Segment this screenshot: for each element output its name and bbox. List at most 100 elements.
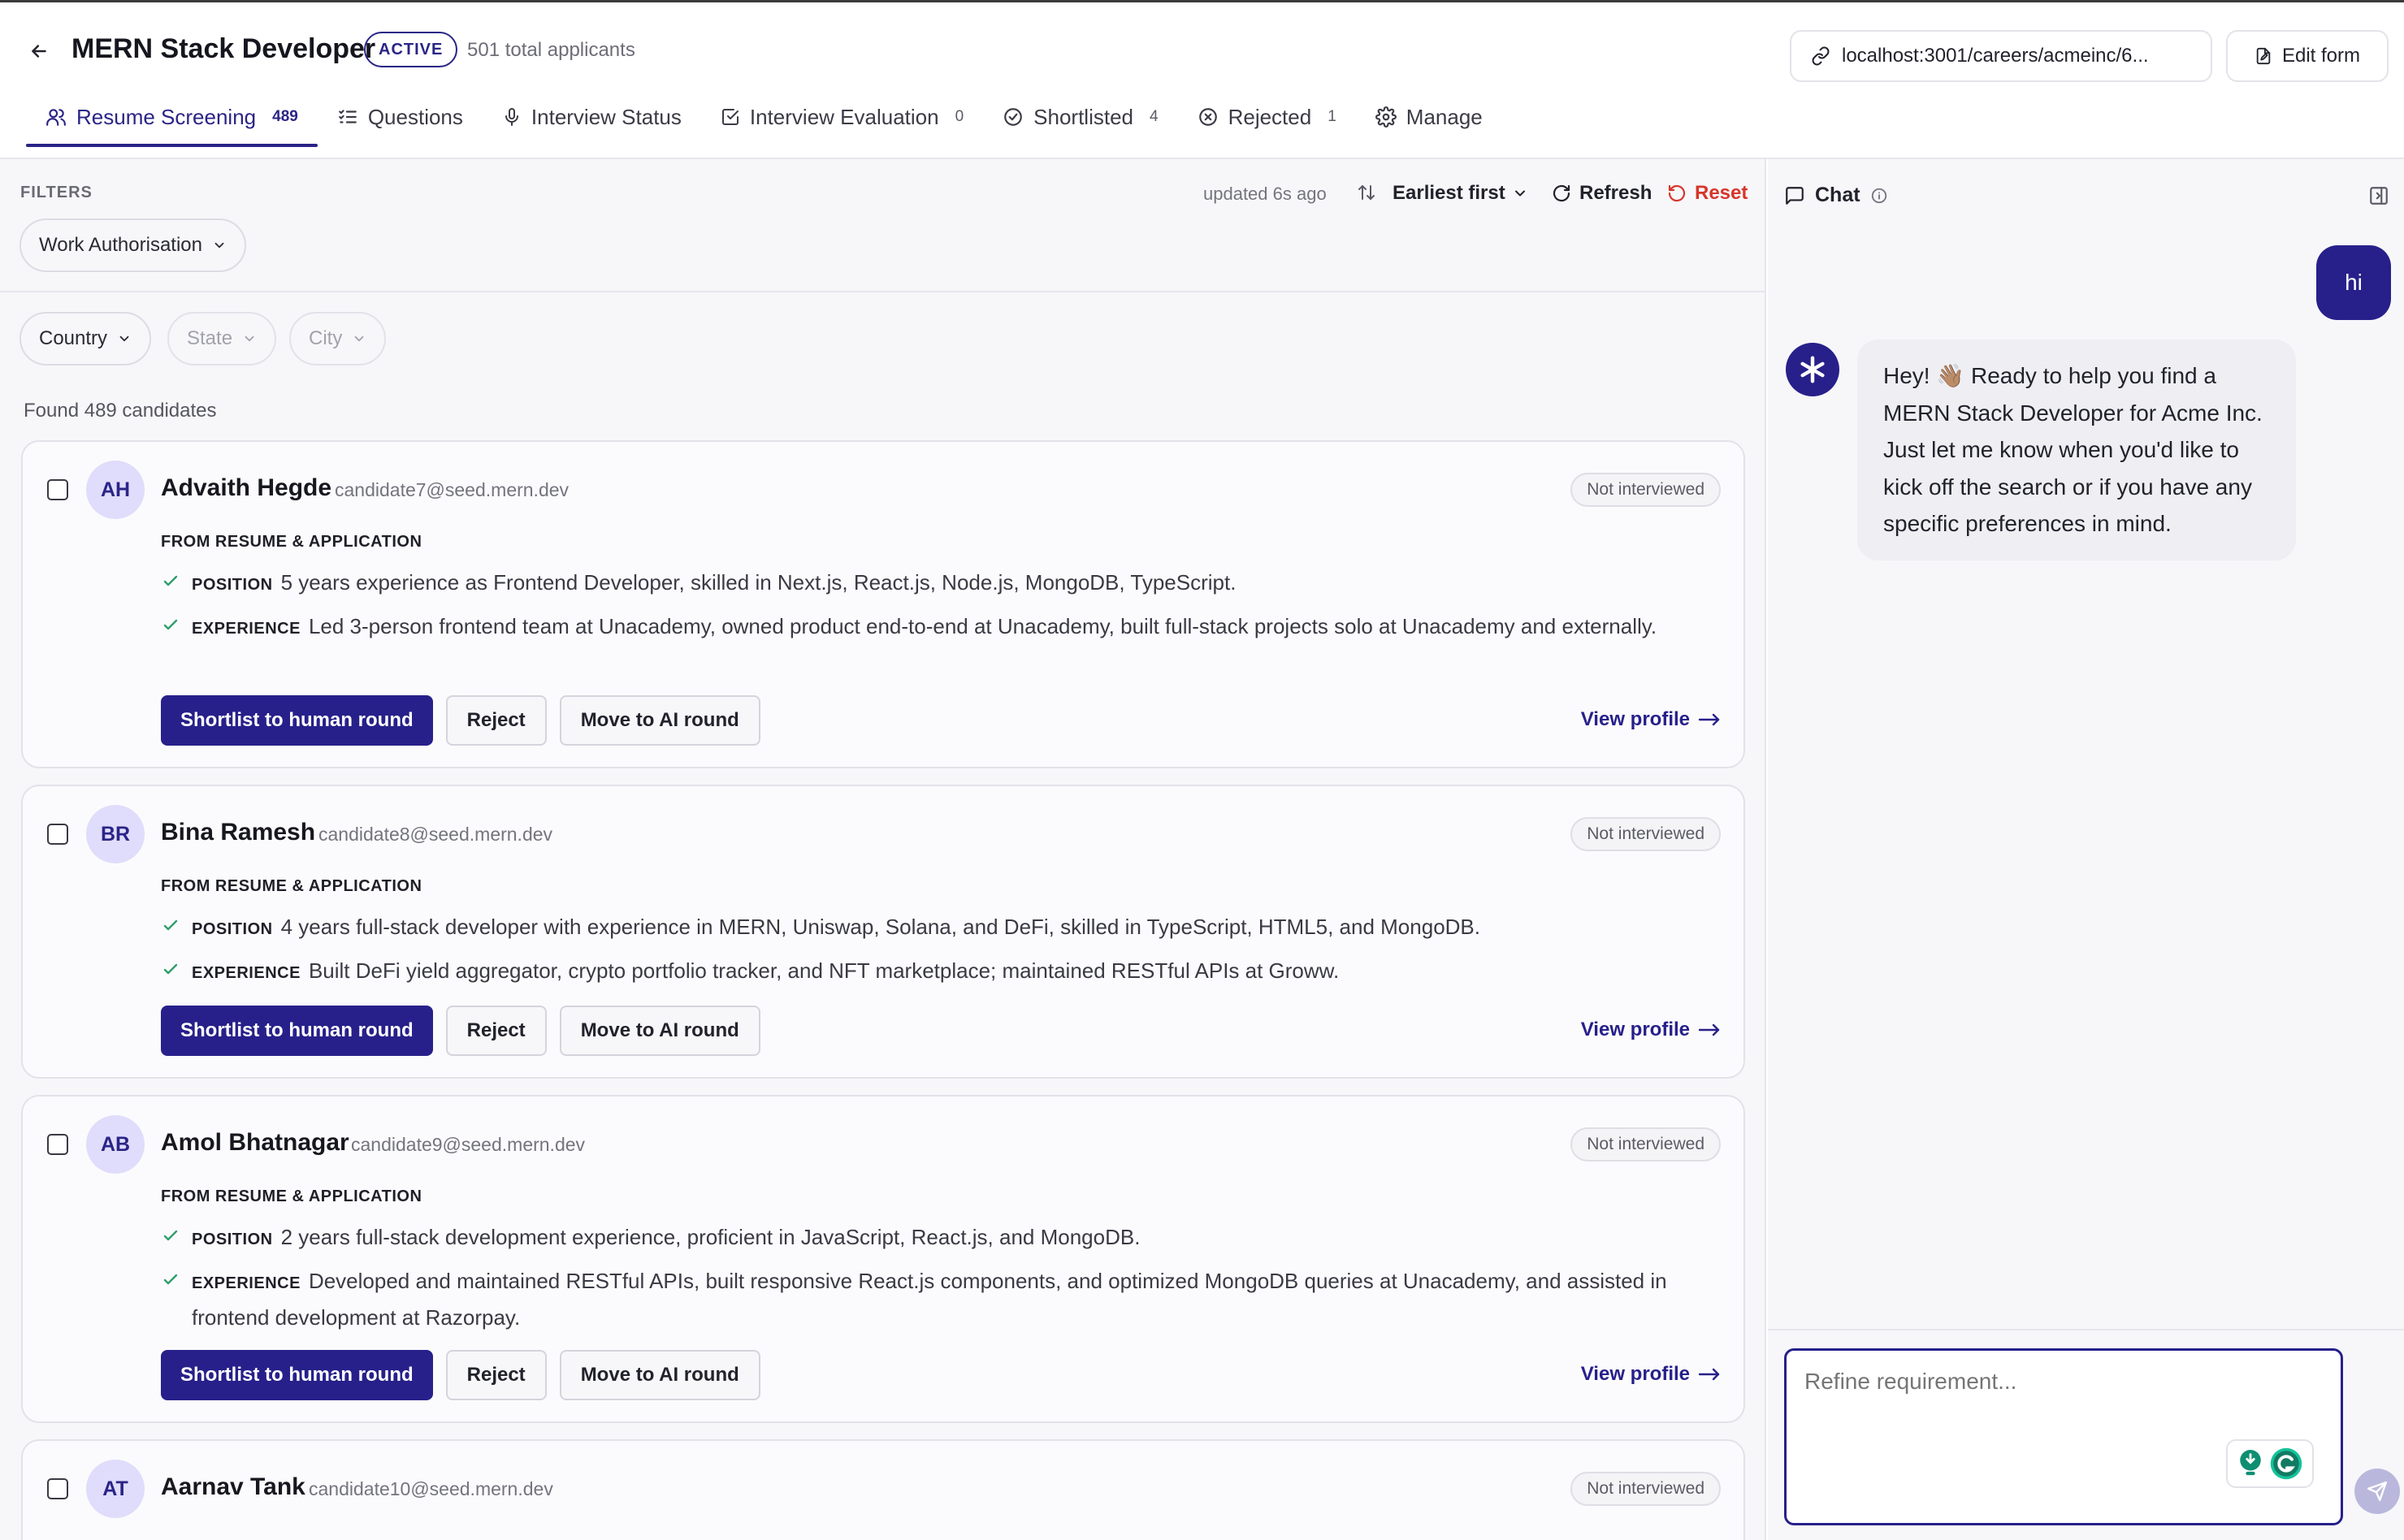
user-message: hi [2316, 245, 2391, 320]
dropdown-label: Country [39, 327, 108, 349]
check-icon [163, 919, 178, 931]
send-icon [2367, 1481, 2388, 1502]
position-text: 4 years full-stack developer with experi… [280, 915, 1480, 939]
tab-rejected[interactable]: Rejected 1 [1178, 87, 1356, 147]
position-tag: POSITION [192, 920, 273, 938]
work-authorisation-filter[interactable]: Work Authorisation [19, 218, 246, 272]
interview-status-badge: Not interviewed [1570, 473, 1721, 507]
chevron-down-icon [214, 242, 224, 249]
chat-panel: Chat hi Hey! 👋🏽 Ready to help you find a… [1768, 159, 2404, 1540]
reject-button[interactable]: Reject [445, 695, 547, 746]
candidate-select-checkbox[interactable] [47, 1478, 68, 1499]
avatar: BR [86, 805, 145, 863]
x-circle-icon [1198, 108, 1217, 126]
reject-button[interactable]: Reject [445, 1006, 547, 1056]
reset-icon [1668, 184, 1686, 202]
view-profile-link[interactable]: View profile [1581, 708, 1721, 731]
send-button[interactable] [2354, 1469, 2400, 1514]
position-text: 2 years full-stack development experienc… [280, 1225, 1141, 1249]
view-profile-link[interactable]: View profile [1581, 1363, 1721, 1386]
career-page-link[interactable]: localhost:3001/careers/acmeinc/6... [1790, 30, 2212, 82]
tab-resume-screening[interactable]: Resume Screening 489 [26, 87, 318, 147]
tab-label: Questions [367, 104, 463, 129]
position-tag: POSITION [192, 576, 273, 594]
city-filter[interactable]: City [289, 312, 387, 366]
collapse-panel-button[interactable] [2368, 185, 2389, 206]
career-url-text: localhost:3001/careers/acmeinc/6... [1842, 45, 2149, 67]
reject-button[interactable]: Reject [445, 1350, 547, 1400]
lightbulb-icon [2240, 1450, 2261, 1476]
grammarly-widget[interactable] [2226, 1439, 2314, 1488]
assistant-avatar [1786, 343, 1839, 396]
tab-label: Resume Screening [76, 104, 257, 129]
tab-label: Shortlisted [1033, 104, 1133, 129]
candidate-select-checkbox[interactable] [47, 824, 68, 845]
grammarly-icon [2270, 1447, 2302, 1480]
candidate-actions: Shortlist to human round Reject Move to … [161, 695, 760, 746]
candidate-select-checkbox[interactable] [47, 479, 68, 500]
candidate-name: Advaith Hegde [161, 474, 332, 501]
candidate-name: Aarnav Tank [161, 1473, 305, 1500]
arrow-left-icon [32, 45, 46, 58]
move-to-ai-round-button[interactable]: Move to AI round [559, 1350, 760, 1400]
shortlist-button[interactable]: Shortlist to human round [161, 1350, 433, 1400]
candidate-select-checkbox[interactable] [47, 1134, 68, 1155]
refine-requirement-input[interactable] [1784, 1348, 2343, 1525]
dropdown-label: City [309, 327, 343, 349]
arrow-right-icon [1698, 713, 1720, 726]
file-edit-icon [2256, 47, 2271, 65]
shortlist-button[interactable]: Shortlist to human round [161, 1006, 433, 1056]
view-profile-label: View profile [1580, 708, 1690, 730]
view-profile-label: View profile [1580, 1363, 1690, 1385]
candidate-actions: Shortlist to human round Reject Move to … [161, 1006, 760, 1056]
tab-interview-status[interactable]: Interview Status [483, 87, 701, 147]
avatar: AB [86, 1115, 145, 1174]
chat-header: Chat [1784, 184, 1888, 207]
info-icon[interactable] [1870, 187, 1888, 205]
refresh-icon [1553, 184, 1570, 202]
edit-form-button[interactable]: Edit form [2226, 30, 2389, 82]
filters-label: FILTERS [20, 184, 93, 201]
view-profile-link[interactable]: View profile [1581, 1019, 1721, 1041]
chat-composer [1768, 1329, 2404, 1540]
candidate-email: candidate9@seed.mern.dev [351, 1134, 586, 1155]
tab-shortlisted[interactable]: Shortlisted 4 [983, 87, 1177, 147]
country-filter[interactable]: Country [19, 312, 152, 366]
tab-manage[interactable]: Manage [1356, 87, 1502, 147]
refresh-button[interactable]: Refresh [1552, 177, 1652, 210]
tab-questions[interactable]: Questions [318, 87, 483, 147]
check-icon [163, 575, 178, 586]
sort-direction-icon[interactable] [1357, 182, 1376, 203]
reset-button[interactable]: Reset [1667, 177, 1748, 210]
state-filter[interactable]: State [167, 312, 277, 366]
interview-status-badge: Not interviewed [1570, 1127, 1721, 1161]
candidate-name: Bina Ramesh [161, 819, 316, 846]
position-summary: POSITION 4 years full-stack developer wit… [161, 910, 1721, 946]
experience-text: Developed and maintained RESTful APIs, b… [192, 1269, 1667, 1330]
position-summary: POSITION 5 years experience as Frontend D… [161, 565, 1721, 602]
candidate-card: AH Advaith Hegde candidate7@seed.mern.de… [21, 440, 1745, 768]
check-icon [163, 1274, 178, 1285]
arrow-right-icon [1698, 1023, 1720, 1036]
results-count: Found 489 candidates [24, 400, 217, 422]
dropdown-label: State [187, 327, 233, 349]
tab-label: Interview Evaluation [749, 104, 939, 129]
move-to-ai-round-button[interactable]: Move to AI round [559, 1006, 760, 1056]
tab-interview-evaluation[interactable]: Interview Evaluation 0 [701, 87, 983, 147]
assistant-message: Hey! 👋🏽 Ready to help you find a MERN St… [1857, 340, 2296, 560]
candidate-card: AT Aarnav Tank candidate10@seed.mern.dev… [21, 1439, 1745, 1540]
link-icon [1812, 46, 1830, 66]
job-title: MERN Stack Developer [71, 33, 376, 64]
arrow-right-icon [1698, 1368, 1720, 1381]
sort-order-label: Earliest first [1393, 182, 1505, 204]
experience-tag: EXPERIENCE [192, 620, 301, 638]
shortlist-button[interactable]: Shortlist to human round [161, 695, 433, 746]
back-button[interactable] [24, 37, 54, 66]
section-label: FROM RESUME & APPLICATION [161, 533, 422, 551]
experience-summary: EXPERIENCE Led 3-person frontend team at … [161, 609, 1721, 646]
filters-bar: FILTERS Work Authorisation updated 6s ag… [0, 159, 1765, 292]
users-icon [46, 109, 66, 126]
move-to-ai-round-button[interactable]: Move to AI round [559, 695, 760, 746]
microphone-icon [505, 108, 518, 126]
sort-order-select[interactable]: Earliest first [1393, 177, 1528, 210]
